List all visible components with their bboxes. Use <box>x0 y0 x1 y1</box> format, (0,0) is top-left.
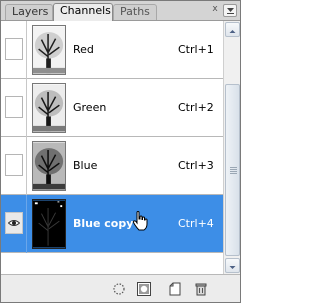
scroll-up-button[interactable] <box>225 22 240 37</box>
channel-row-blue-copy[interactable]: Blue copy Ctrl+4 <box>1 195 223 253</box>
channel-shortcut: Ctrl+3 <box>178 159 214 172</box>
visibility-toggle[interactable] <box>5 154 23 176</box>
channels-panel: Layers Channels Paths x Red Ctrl+1 Green… <box>0 0 241 303</box>
channel-shortcut: Ctrl+2 <box>178 101 214 114</box>
tab-layers[interactable]: Layers <box>5 4 53 20</box>
channel-thumbnail <box>32 199 66 249</box>
channel-name: Red <box>73 43 94 56</box>
channel-row-blue[interactable]: Blue Ctrl+3 <box>1 137 223 195</box>
channel-name: Green <box>73 101 107 114</box>
hand-cursor-icon <box>132 211 148 231</box>
save-selection-icon[interactable] <box>136 281 152 297</box>
eye-icon <box>8 220 20 226</box>
scrollbar-grip <box>230 167 237 168</box>
visibility-toggle[interactable] <box>5 38 23 60</box>
scrollbar-thumb[interactable] <box>225 84 240 256</box>
visibility-toggle[interactable] <box>5 96 23 118</box>
delete-channel-icon[interactable] <box>193 281 209 297</box>
channel-shortcut: Ctrl+1 <box>178 43 214 56</box>
channel-row-green[interactable]: Green Ctrl+2 <box>1 79 223 137</box>
channel-thumbnail <box>32 25 66 75</box>
tab-channels[interactable]: Channels <box>53 3 113 21</box>
panel-bottom-bar <box>1 274 240 302</box>
tab-bar: Layers Channels Paths x <box>1 1 240 21</box>
channel-thumbnail <box>32 141 66 191</box>
channel-name: Blue copy <box>73 217 134 230</box>
column-divider <box>26 195 27 253</box>
column-divider <box>26 21 27 79</box>
channel-thumbnail <box>32 83 66 133</box>
vertical-scrollbar[interactable] <box>223 21 240 274</box>
load-selection-icon[interactable] <box>111 281 127 297</box>
column-divider <box>26 137 27 195</box>
flyout-menu-icon <box>227 8 234 14</box>
new-channel-icon[interactable] <box>167 281 183 297</box>
scroll-down-icon <box>229 266 236 269</box>
panel-menu-button[interactable] <box>223 4 237 17</box>
channel-list: Red Ctrl+1 Green Ctrl+2 Blue Ctrl+3 Blue… <box>1 21 223 274</box>
channel-name: Blue <box>73 159 98 172</box>
scroll-down-button[interactable] <box>225 258 240 273</box>
column-divider <box>26 79 27 137</box>
tab-paths[interactable]: Paths <box>113 4 157 20</box>
channel-shortcut: Ctrl+4 <box>178 217 214 230</box>
close-icon[interactable]: x <box>210 4 220 14</box>
channel-row-red[interactable]: Red Ctrl+1 <box>1 21 223 79</box>
visibility-toggle[interactable] <box>5 212 23 234</box>
scroll-up-icon <box>229 30 236 33</box>
